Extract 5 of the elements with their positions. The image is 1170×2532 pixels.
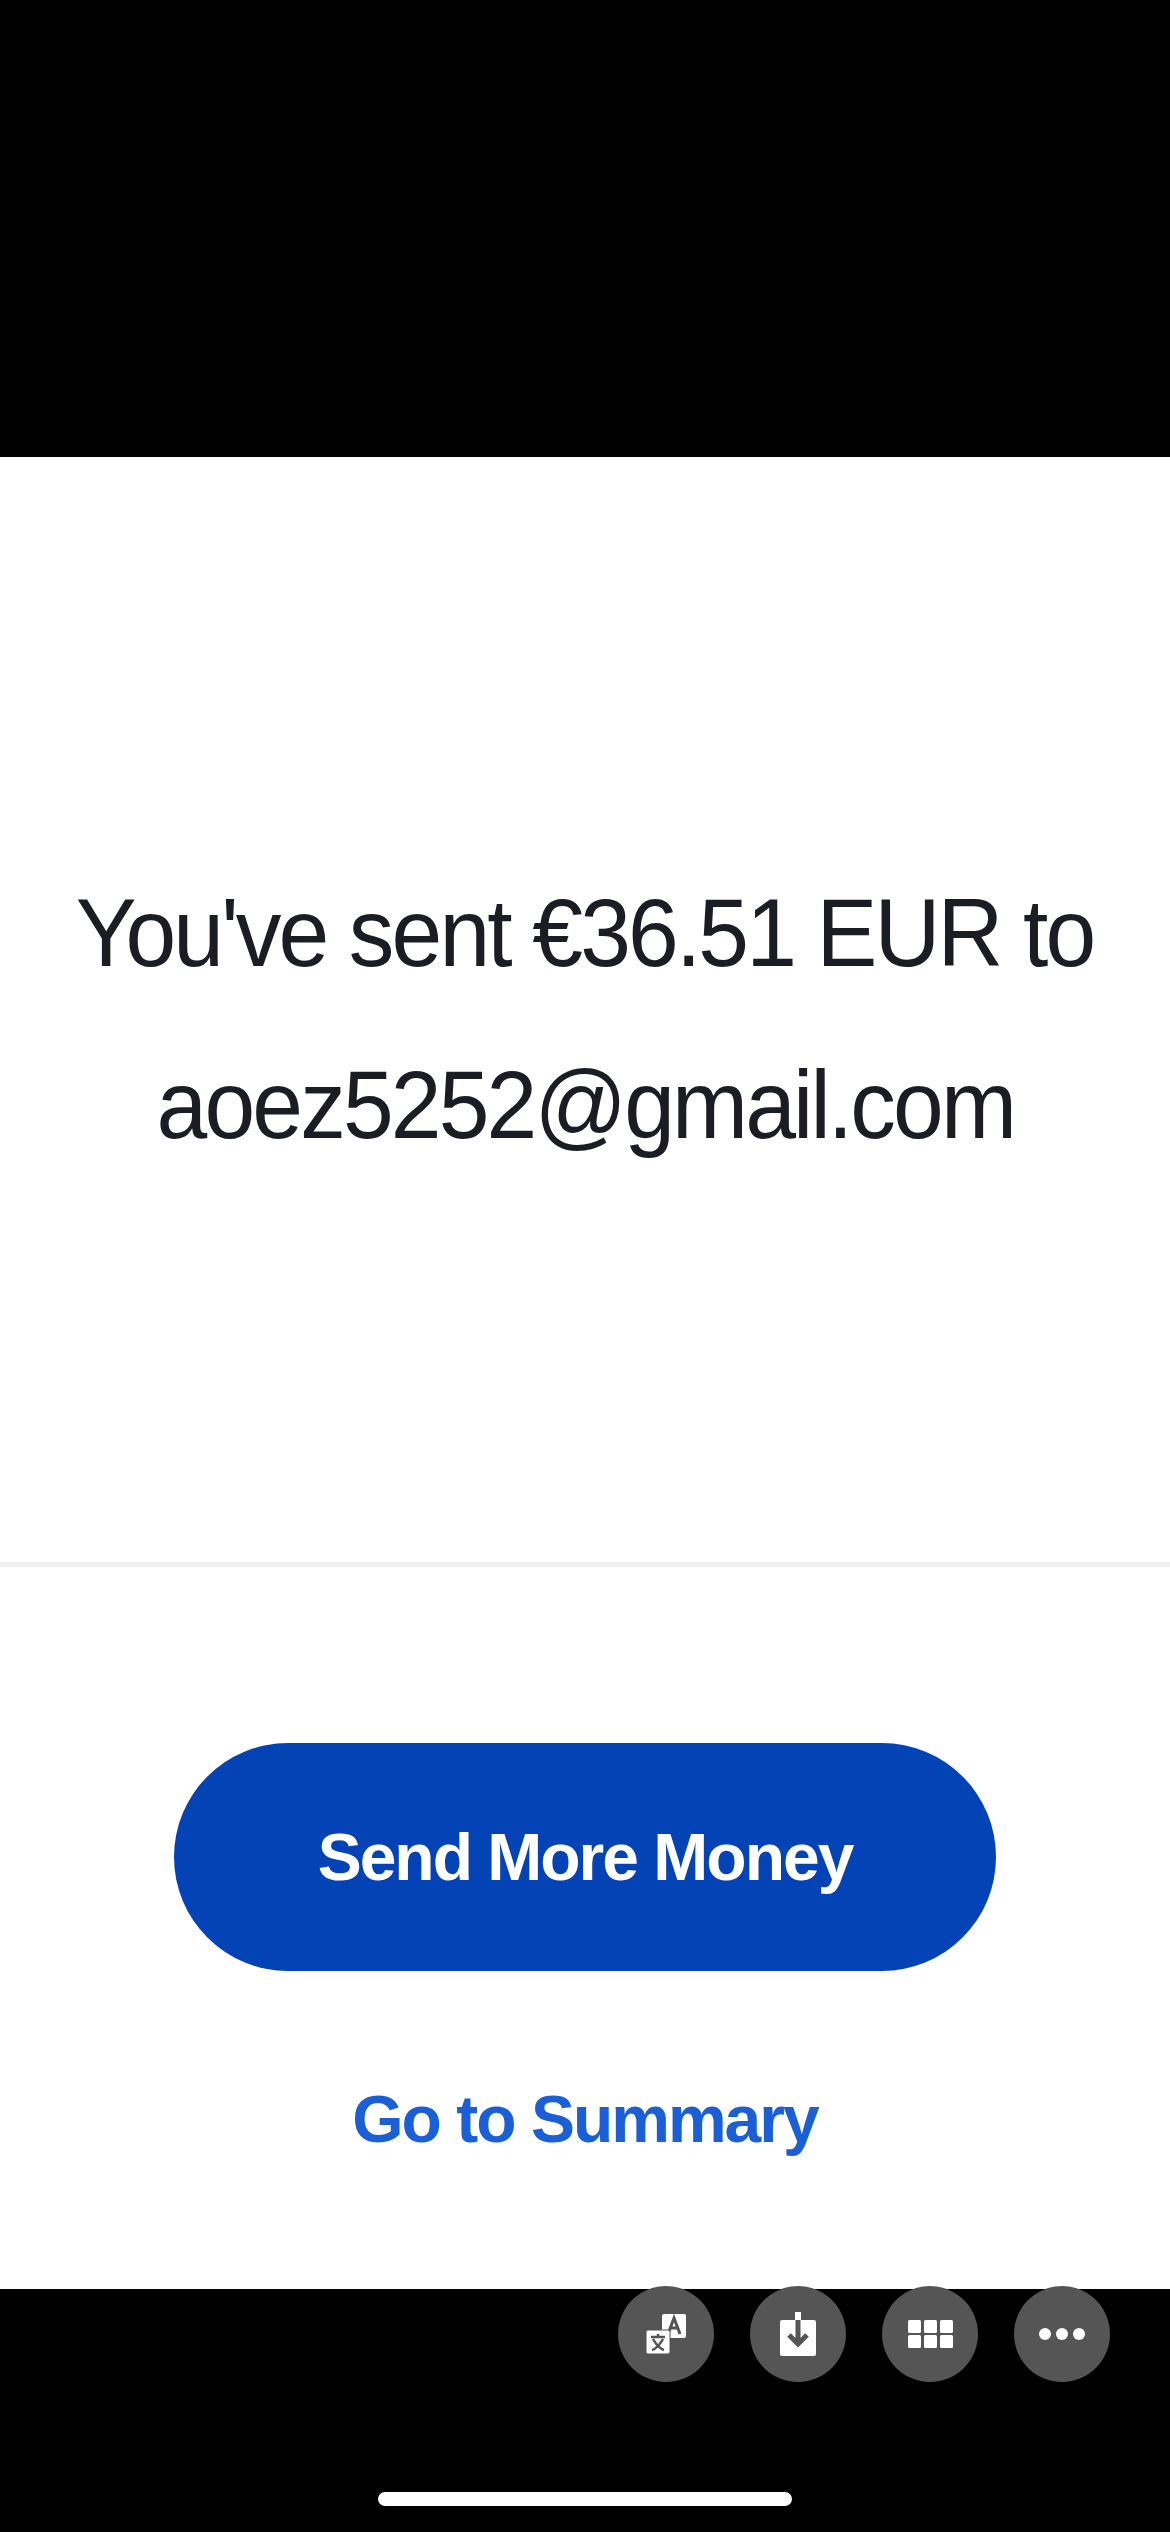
confirmation-text: You've sent €36.51 EUR to (76, 878, 1094, 988)
go-to-summary-link[interactable]: Go to Summary (352, 2081, 818, 2157)
send-more-money-button[interactable]: Send More Money (174, 1743, 996, 1971)
recipient-email: aoez5252@gmail.com (156, 1050, 1014, 1160)
more-icon (1038, 2326, 1086, 2342)
